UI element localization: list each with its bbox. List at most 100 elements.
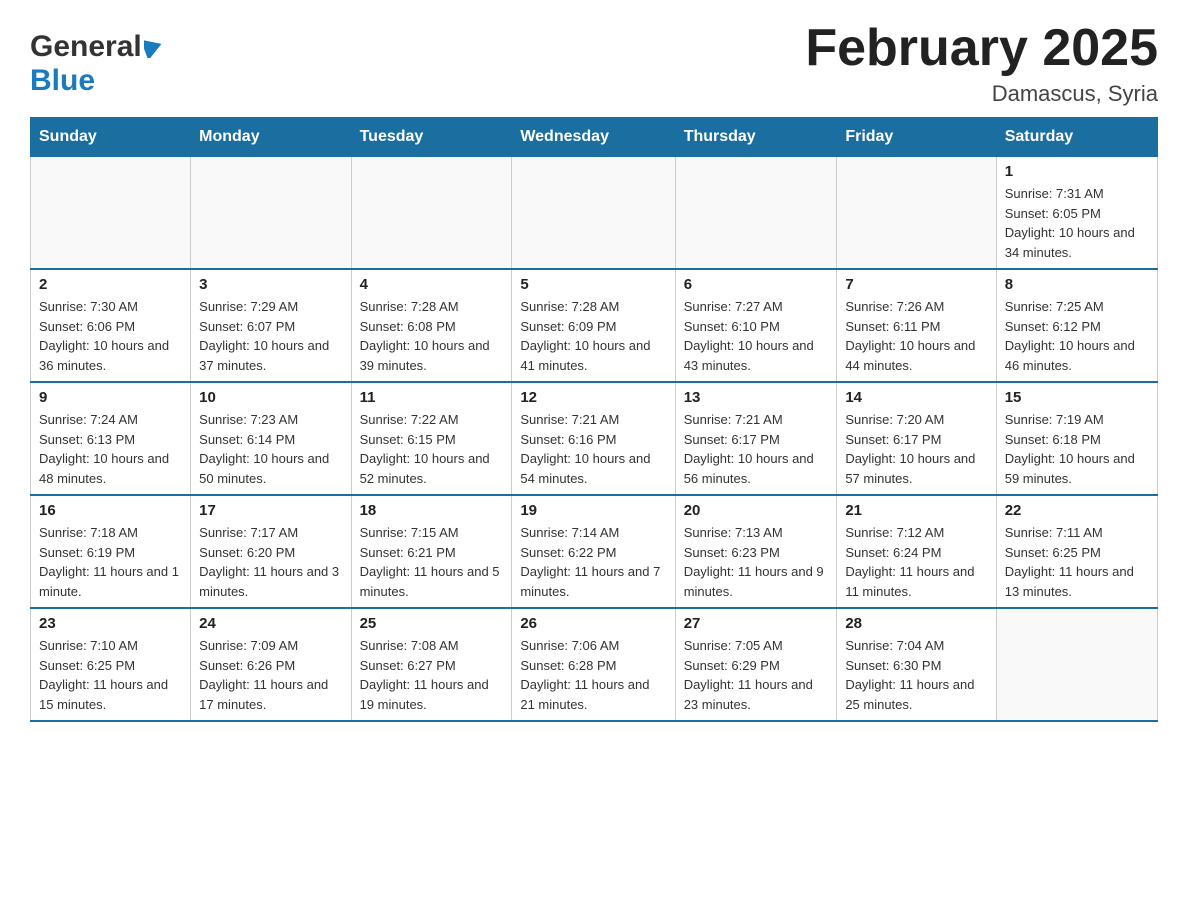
calendar-cell: 9Sunrise: 7:24 AM Sunset: 6:13 PM Daylig… [31, 382, 191, 495]
calendar-week-1: 1 Sunrise: 7:31 AM Sunset: 6:05 PM Daylig… [31, 157, 1158, 270]
day-info: Sunrise: 7:18 AM Sunset: 6:19 PM Dayligh… [39, 523, 182, 601]
logo-general-text: General [30, 30, 142, 64]
day-info: Sunrise: 7:11 AM Sunset: 6:25 PM Dayligh… [1005, 523, 1149, 601]
calendar-week-2: 2 Sunrise: 7:30 AM Sunset: 6:06 PM Daylig… [31, 269, 1158, 382]
calendar-cell: 3Sunrise: 7:29 AM Sunset: 6:07 PM Daylig… [191, 269, 351, 382]
day-number: 22 [1005, 502, 1149, 519]
calendar-cell: 11Sunrise: 7:22 AM Sunset: 6:15 PM Dayli… [351, 382, 512, 495]
calendar-cell: 24 Sunrise: 7:09 AM Sunset: 6:26 PM Dayli… [191, 608, 351, 721]
page-header: General Blue February 2025 Damascus, Syr… [30, 20, 1158, 107]
calendar-cell: 13Sunrise: 7:21 AM Sunset: 6:17 PM Dayli… [675, 382, 837, 495]
calendar-week-3: 9Sunrise: 7:24 AM Sunset: 6:13 PM Daylig… [31, 382, 1158, 495]
day-number: 26 [520, 615, 666, 632]
day-number: 6 [684, 276, 829, 293]
day-info: Sunrise: 7:10 AM Sunset: 6:25 PM Dayligh… [39, 636, 182, 714]
day-number: 18 [360, 502, 504, 519]
calendar-header-wednesday: Wednesday [512, 118, 675, 157]
day-number: 4 [360, 276, 504, 293]
day-info: Sunrise: 7:13 AM Sunset: 6:23 PM Dayligh… [684, 523, 829, 601]
day-info: Sunrise: 7:12 AM Sunset: 6:24 PM Dayligh… [845, 523, 987, 601]
day-info: Sunrise: 7:15 AM Sunset: 6:21 PM Dayligh… [360, 523, 504, 601]
calendar-cell [351, 157, 512, 270]
calendar-cell: 21 Sunrise: 7:12 AM Sunset: 6:24 PM Dayli… [837, 495, 996, 608]
page-subtitle: Damascus, Syria [805, 81, 1158, 107]
day-number: 11 [360, 389, 504, 406]
calendar-cell: 16 Sunrise: 7:18 AM Sunset: 6:19 PM Dayli… [31, 495, 191, 608]
day-number: 16 [39, 502, 182, 519]
calendar-cell: 23 Sunrise: 7:10 AM Sunset: 6:25 PM Dayli… [31, 608, 191, 721]
day-info: Sunrise: 7:04 AM Sunset: 6:30 PM Dayligh… [845, 636, 987, 714]
day-number: 8 [1005, 276, 1149, 293]
calendar-cell: 26 Sunrise: 7:06 AM Sunset: 6:28 PM Dayli… [512, 608, 675, 721]
day-info: Sunrise: 7:27 AM Sunset: 6:10 PM Dayligh… [684, 297, 829, 375]
day-info: Sunrise: 7:25 AM Sunset: 6:12 PM Dayligh… [1005, 297, 1149, 375]
calendar-header-row: SundayMondayTuesdayWednesdayThursdayFrid… [31, 118, 1158, 157]
logo-blue-text: Blue [30, 64, 95, 97]
calendar-cell: 5 Sunrise: 7:28 AM Sunset: 6:09 PM Daylig… [512, 269, 675, 382]
calendar-cell: 8 Sunrise: 7:25 AM Sunset: 6:12 PM Daylig… [996, 269, 1157, 382]
calendar-week-5: 23 Sunrise: 7:10 AM Sunset: 6:25 PM Dayli… [31, 608, 1158, 721]
calendar-header-thursday: Thursday [675, 118, 837, 157]
calendar-cell: 2 Sunrise: 7:30 AM Sunset: 6:06 PM Daylig… [31, 269, 191, 382]
day-number: 17 [199, 502, 342, 519]
day-number: 19 [520, 502, 666, 519]
calendar-cell: 18 Sunrise: 7:15 AM Sunset: 6:21 PM Dayli… [351, 495, 512, 608]
day-number: 28 [845, 615, 987, 632]
calendar-cell: 15 Sunrise: 7:19 AM Sunset: 6:18 PM Dayli… [996, 382, 1157, 495]
day-number: 15 [1005, 389, 1149, 406]
calendar-cell [191, 157, 351, 270]
day-number: 14 [845, 389, 987, 406]
day-info: Sunrise: 7:09 AM Sunset: 6:26 PM Dayligh… [199, 636, 342, 714]
calendar-cell: 1 Sunrise: 7:31 AM Sunset: 6:05 PM Daylig… [996, 157, 1157, 270]
calendar-header-tuesday: Tuesday [351, 118, 512, 157]
day-number: 21 [845, 502, 987, 519]
calendar-cell: 20Sunrise: 7:13 AM Sunset: 6:23 PM Dayli… [675, 495, 837, 608]
day-info: Sunrise: 7:28 AM Sunset: 6:08 PM Dayligh… [360, 297, 504, 375]
calendar-cell: 17 Sunrise: 7:17 AM Sunset: 6:20 PM Dayli… [191, 495, 351, 608]
day-number: 12 [520, 389, 666, 406]
day-info: Sunrise: 7:19 AM Sunset: 6:18 PM Dayligh… [1005, 410, 1149, 488]
calendar-cell: 25 Sunrise: 7:08 AM Sunset: 6:27 PM Dayli… [351, 608, 512, 721]
day-info: Sunrise: 7:06 AM Sunset: 6:28 PM Dayligh… [520, 636, 666, 714]
day-number: 25 [360, 615, 504, 632]
day-info: Sunrise: 7:28 AM Sunset: 6:09 PM Dayligh… [520, 297, 666, 375]
calendar-cell: 10Sunrise: 7:23 AM Sunset: 6:14 PM Dayli… [191, 382, 351, 495]
calendar-cell [996, 608, 1157, 721]
calendar-cell [837, 157, 996, 270]
day-info: Sunrise: 7:26 AM Sunset: 6:11 PM Dayligh… [845, 297, 987, 375]
calendar-cell: 28 Sunrise: 7:04 AM Sunset: 6:30 PM Dayli… [837, 608, 996, 721]
page-title: February 2025 [805, 20, 1158, 77]
calendar-cell: 6 Sunrise: 7:27 AM Sunset: 6:10 PM Daylig… [675, 269, 837, 382]
title-block: February 2025 Damascus, Syria [805, 20, 1158, 107]
calendar-week-4: 16 Sunrise: 7:18 AM Sunset: 6:19 PM Dayli… [31, 495, 1158, 608]
day-number: 13 [684, 389, 829, 406]
day-info: Sunrise: 7:05 AM Sunset: 6:29 PM Dayligh… [684, 636, 829, 714]
day-number: 24 [199, 615, 342, 632]
day-number: 2 [39, 276, 182, 293]
day-number: 10 [199, 389, 342, 406]
calendar-header-monday: Monday [191, 118, 351, 157]
day-number: 7 [845, 276, 987, 293]
day-number: 23 [39, 615, 182, 632]
logo-triangle-icon [144, 36, 162, 63]
logo: General Blue [30, 20, 162, 98]
day-info: Sunrise: 7:08 AM Sunset: 6:27 PM Dayligh… [360, 636, 504, 714]
calendar-table: SundayMondayTuesdayWednesdayThursdayFrid… [30, 117, 1158, 722]
calendar-cell: 12 Sunrise: 7:21 AM Sunset: 6:16 PM Dayli… [512, 382, 675, 495]
day-info: Sunrise: 7:20 AM Sunset: 6:17 PM Dayligh… [845, 410, 987, 488]
day-info: Sunrise: 7:14 AM Sunset: 6:22 PM Dayligh… [520, 523, 666, 601]
day-info: Sunrise: 7:29 AM Sunset: 6:07 PM Dayligh… [199, 297, 342, 375]
day-info: Sunrise: 7:21 AM Sunset: 6:16 PM Dayligh… [520, 410, 666, 488]
calendar-cell: 4 Sunrise: 7:28 AM Sunset: 6:08 PM Daylig… [351, 269, 512, 382]
calendar-header-saturday: Saturday [996, 118, 1157, 157]
day-number: 5 [520, 276, 666, 293]
day-number: 27 [684, 615, 829, 632]
calendar-cell: 14 Sunrise: 7:20 AM Sunset: 6:17 PM Dayli… [837, 382, 996, 495]
day-info: Sunrise: 7:30 AM Sunset: 6:06 PM Dayligh… [39, 297, 182, 375]
day-info: Sunrise: 7:17 AM Sunset: 6:20 PM Dayligh… [199, 523, 342, 601]
calendar-cell [675, 157, 837, 270]
day-info: Sunrise: 7:31 AM Sunset: 6:05 PM Dayligh… [1005, 184, 1149, 262]
day-number: 1 [1005, 163, 1149, 180]
calendar-cell: 22 Sunrise: 7:11 AM Sunset: 6:25 PM Dayli… [996, 495, 1157, 608]
day-info: Sunrise: 7:24 AM Sunset: 6:13 PM Dayligh… [39, 410, 182, 488]
